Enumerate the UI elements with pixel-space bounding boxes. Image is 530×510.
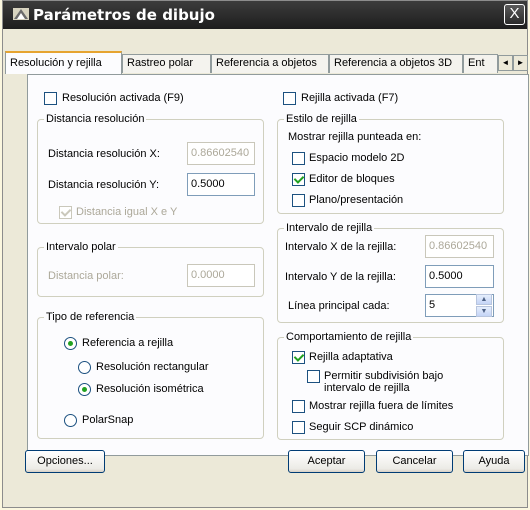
grid-style-description: Mostrar rejilla punteada en: xyxy=(288,131,422,143)
snap-spacing-group: Distancia resolución Distancia resolució… xyxy=(37,113,264,224)
cancel-button[interactable]: Cancelar xyxy=(376,450,453,473)
equal-spacing-label: Distancia igual X e Y xyxy=(76,206,178,218)
grid-snap-label: Referencia a rejilla xyxy=(82,337,174,349)
follow-dynamic-ucs-label: Seguir SCP dinámico xyxy=(309,421,414,433)
grid-y-input[interactable]: 0.5000 xyxy=(425,265,494,288)
grid-behavior-group: Comportamiento de rejilla Rejilla adapta… xyxy=(277,331,504,440)
tab-scroll-left-button[interactable]: ◄ xyxy=(498,55,513,71)
tab-label: Referencia a objetos 3D xyxy=(334,57,453,69)
polar-distance-label: Distancia polar: xyxy=(48,270,124,282)
polar-spacing-group: Intervalo polar Distancia polar: 0.0000 xyxy=(37,241,264,297)
grid-2d-model-checkbox[interactable] xyxy=(292,152,305,165)
snap-y-label: Distancia resolución Y: xyxy=(48,179,160,191)
adaptive-grid-checkbox[interactable] xyxy=(292,351,305,364)
snap-type-group: Tipo de referencia Referencia a rejilla … xyxy=(37,311,264,439)
equal-spacing-checkbox[interactable] xyxy=(59,206,72,219)
grid-x-input[interactable]: 0.86602540 xyxy=(425,235,494,258)
display-beyond-limits-label: Mostrar rejilla fuera de límites xyxy=(309,400,454,412)
options-button[interactable]: Opciones... xyxy=(25,450,105,473)
snap-type-title: Tipo de referencia xyxy=(44,311,137,323)
grid-y-label: Intervalo Y de la rejilla: xyxy=(285,271,396,283)
dialog-title: Parámetros de dibujo xyxy=(33,6,215,24)
rectangular-snap-radio[interactable] xyxy=(78,361,91,374)
isometric-snap-radio[interactable] xyxy=(78,383,91,396)
spin-up-icon[interactable]: ▲ xyxy=(476,294,492,305)
tab-panel: Resolución activada (F9) Rejilla activad… xyxy=(27,74,529,456)
grid-spacing-title: Intervalo de rejilla xyxy=(284,222,375,234)
isometric-snap-label: Resolución isométrica xyxy=(96,383,204,395)
rectangular-snap-label: Resolución rectangular xyxy=(96,361,209,373)
snap-x-input[interactable]: 0.86602540 xyxy=(187,142,255,165)
polar-spacing-title: Intervalo polar xyxy=(44,241,118,253)
tab-dynamic-input[interactable]: Ent xyxy=(463,54,498,73)
tab-label: Resolución y rejilla xyxy=(10,57,102,69)
grid-on-checkbox[interactable] xyxy=(283,92,296,105)
tab-snap-grid[interactable]: Resolución y rejilla xyxy=(5,51,122,74)
polar-distance-input[interactable]: 0.0000 xyxy=(187,264,255,287)
tab-scroll-right-button[interactable]: ► xyxy=(513,55,528,71)
snap-y-input[interactable]: 0.5000 xyxy=(187,173,255,196)
grid-x-label: Intervalo X de la rejilla: xyxy=(285,241,397,253)
major-line-spinner[interactable]: ▲ ▼ xyxy=(476,294,492,317)
grid-layout-label: Plano/presentación xyxy=(309,194,404,206)
arrow-right-icon: ► xyxy=(516,58,525,67)
tab-label: Rastreo polar xyxy=(127,57,194,69)
tab-object-snap[interactable]: Referencia a objetos xyxy=(211,54,329,73)
grid-spacing-group: Intervalo de rejilla Intervalo X de la r… xyxy=(277,222,504,323)
follow-dynamic-ucs-checkbox[interactable] xyxy=(292,421,305,434)
grid-2d-model-label: Espacio modelo 2D xyxy=(309,152,405,164)
dialog-backdrop: Parámetros de dibujo X Resolución y reji… xyxy=(0,0,530,510)
allow-subdivision-label: Permitir subdivisión bajo intervalo de r… xyxy=(324,370,444,394)
tab-strip: Resolución y rejilla Rastreo polar Refer… xyxy=(5,51,530,75)
spin-down-icon[interactable]: ▼ xyxy=(476,306,492,317)
grid-snap-radio[interactable] xyxy=(64,337,77,350)
grid-layout-checkbox[interactable] xyxy=(292,194,305,207)
grid-block-editor-checkbox[interactable] xyxy=(292,173,305,186)
major-line-label: Línea principal cada: xyxy=(288,300,390,312)
adaptive-grid-label: Rejilla adaptativa xyxy=(309,351,393,363)
display-beyond-limits-checkbox[interactable] xyxy=(292,400,305,413)
tab-label: Ent xyxy=(468,57,485,69)
help-button[interactable]: Ayuda xyxy=(463,450,525,473)
grid-behavior-title: Comportamiento de rejilla xyxy=(284,331,414,343)
snap-x-label: Distancia resolución X: xyxy=(48,148,160,160)
tab-3d-object-snap[interactable]: Referencia a objetos 3D xyxy=(329,54,463,73)
tab-polar-tracking[interactable]: Rastreo polar xyxy=(122,54,211,73)
close-icon: X xyxy=(509,5,520,22)
snap-on-label: Resolución activada (F9) xyxy=(62,92,184,104)
ok-button[interactable]: Aceptar xyxy=(288,450,365,473)
arrow-left-icon: ◄ xyxy=(501,58,510,67)
drawing-settings-dialog: Parámetros de dibujo X Resolución y reji… xyxy=(2,0,530,508)
grid-style-title: Estilo de rejilla xyxy=(284,113,359,125)
close-button[interactable]: X xyxy=(504,4,525,25)
grid-block-editor-label: Editor de bloques xyxy=(309,173,395,185)
allow-subdivision-checkbox[interactable] xyxy=(307,370,320,383)
drafting-app-icon xyxy=(13,8,29,20)
title-bar[interactable]: Parámetros de dibujo X xyxy=(3,1,527,29)
tab-label: Referencia a objetos xyxy=(216,57,317,69)
grid-on-label: Rejilla activada (F7) xyxy=(301,92,399,104)
snap-spacing-title: Distancia resolución xyxy=(44,113,147,125)
snap-on-checkbox[interactable] xyxy=(44,92,57,105)
grid-style-group: Estilo de rejilla Mostrar rejilla puntea… xyxy=(277,113,504,214)
polarsnap-label: PolarSnap xyxy=(82,414,134,426)
polarsnap-radio[interactable] xyxy=(64,414,77,427)
